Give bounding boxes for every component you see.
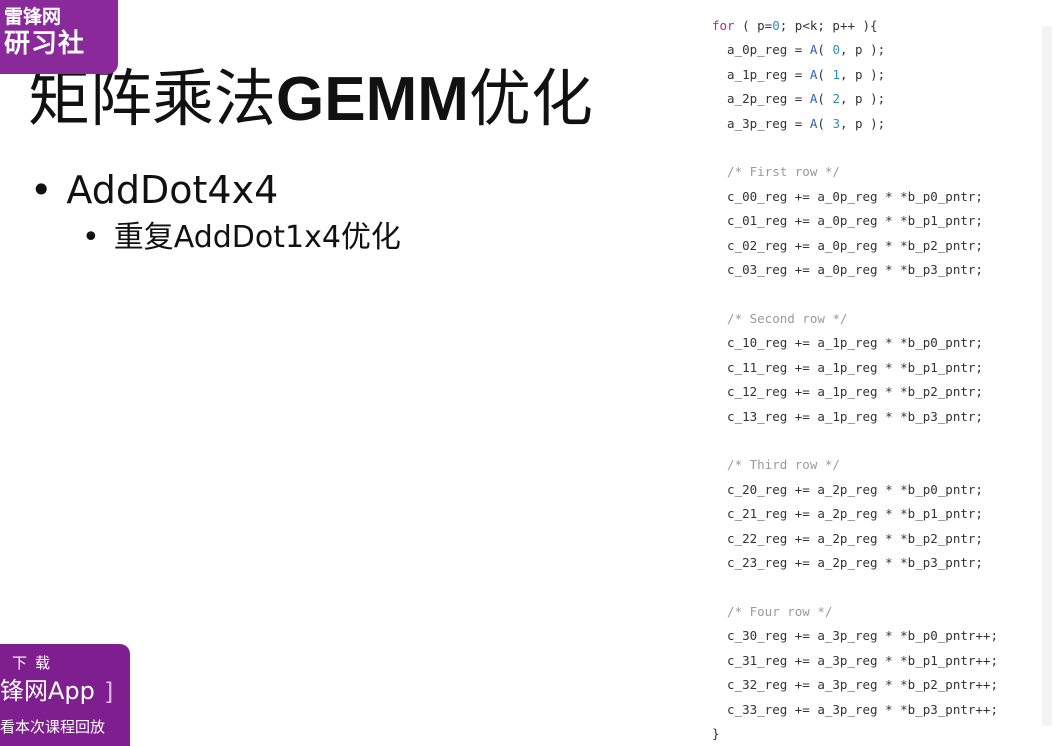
leiphone-logo-badge: 雷锋网 研习社: [0, 0, 118, 74]
code-text: , p );: [839, 116, 886, 131]
code-line: c_11_reg += a_1p_reg * *b_p1_pntr;: [712, 360, 983, 375]
code-closing-brace: }: [712, 726, 720, 741]
code-text: a_2p_reg =: [712, 91, 810, 106]
bullet-dot-icon: •: [30, 168, 53, 212]
title-gemm: GEMM: [276, 65, 469, 134]
bullet-level1-text: AddDot4x4: [66, 168, 279, 212]
code-line: c_13_reg += a_1p_reg * *b_p3_pntr;: [712, 409, 983, 424]
download-label: 下载: [12, 654, 59, 672]
code-text: a_0p_reg =: [712, 42, 810, 57]
code-line: c_31_reg += a_3p_reg * *b_p1_pntr++;: [712, 653, 998, 668]
code-text: , p );: [839, 42, 886, 57]
code-text: (: [817, 42, 833, 57]
code-line-a-load: a_0p_reg = A( 0, p );: [712, 42, 885, 58]
download-app-name: 锋网App: [0, 677, 95, 705]
logo-text-line1: 雷锋网: [4, 6, 62, 28]
code-panel: for ( p=0; p<k; p++ ){ a_0p_reg = A( 0, …: [712, 6, 1052, 744]
code-line: c_30_reg += a_3p_reg * *b_p0_pntr++;: [712, 628, 998, 643]
code-comment: /* First row */: [712, 164, 840, 179]
code-comment: /* Second row */: [712, 311, 848, 326]
code-line: c_12_reg += a_1p_reg * *b_p2_pntr;: [712, 384, 983, 399]
code-line: c_21_reg += a_2p_reg * *b_p1_pntr;: [712, 506, 983, 521]
code-text: (: [817, 67, 833, 82]
code-comment: /* Four row */: [712, 604, 833, 619]
code-text: a_1p_reg =: [712, 67, 810, 82]
code-text: (: [817, 116, 833, 131]
bullet-level2: • 重复AddDot1x4优化: [82, 219, 401, 257]
code-line: c_20_reg += a_2p_reg * *b_p0_pntr;: [712, 482, 983, 497]
slide-title: 矩阵乘法GEMM优化: [28, 63, 593, 136]
code-number: 2: [832, 91, 840, 106]
code-number: 1: [832, 67, 840, 82]
code-line-a-load: a_3p_reg = A( 3, p );: [712, 116, 885, 132]
code-text: , p );: [839, 91, 886, 106]
code-text: , p );: [839, 67, 886, 82]
code-line: c_33_reg += a_3p_reg * *b_p3_pntr++;: [712, 702, 998, 717]
code-line-a-load: a_1p_reg = A( 1, p );: [712, 67, 885, 83]
logo-text-line2: 研习社: [4, 29, 86, 59]
code-line: c_01_reg += a_0p_reg * *b_p1_pntr;: [712, 213, 983, 228]
code-text: (: [817, 91, 833, 106]
code-text: a_3p_reg =: [712, 116, 810, 131]
code-line-for: for ( p=0; p<k; p++ ){: [712, 18, 878, 34]
code-number: 0: [832, 42, 840, 57]
code-line: c_23_reg += a_2p_reg * *b_p3_pntr;: [712, 555, 983, 570]
code-line: c_10_reg += a_1p_reg * *b_p0_pntr;: [712, 335, 983, 350]
code-line: c_02_reg += a_0p_reg * *b_p2_pntr;: [712, 238, 983, 253]
code-number: 3: [832, 116, 840, 131]
title-suffix: 优化: [468, 62, 593, 135]
code-text: ; p<k; p++ ){: [779, 18, 878, 33]
download-tip: 看本次课程回放: [0, 718, 106, 736]
bullet-level2-text: 重复AddDot1x4优化: [113, 220, 401, 255]
code-text: ( p=: [734, 18, 773, 33]
code-line: c_32_reg += a_3p_reg * *b_p2_pntr++;: [712, 677, 998, 692]
code-keyword: for: [712, 18, 735, 33]
code-line: c_03_reg += a_0p_reg * *b_p3_pntr;: [712, 262, 983, 277]
bullet-dot-icon: •: [82, 220, 100, 255]
code-number: 0: [772, 18, 780, 33]
code-line: c_00_reg += a_0p_reg * *b_p0_pntr;: [712, 189, 983, 204]
code-line: c_22_reg += a_2p_reg * *b_p2_pntr;: [712, 531, 983, 546]
bullet-level1: • AddDot4x4: [30, 168, 278, 212]
code-line-a-load: a_2p_reg = A( 2, p );: [712, 91, 885, 107]
download-app-badge[interactable]: 下载 锋网App ] 看本次课程回放: [0, 644, 130, 746]
bracket-icon: ]: [104, 678, 114, 706]
code-comment: /* Third row */: [712, 457, 840, 472]
